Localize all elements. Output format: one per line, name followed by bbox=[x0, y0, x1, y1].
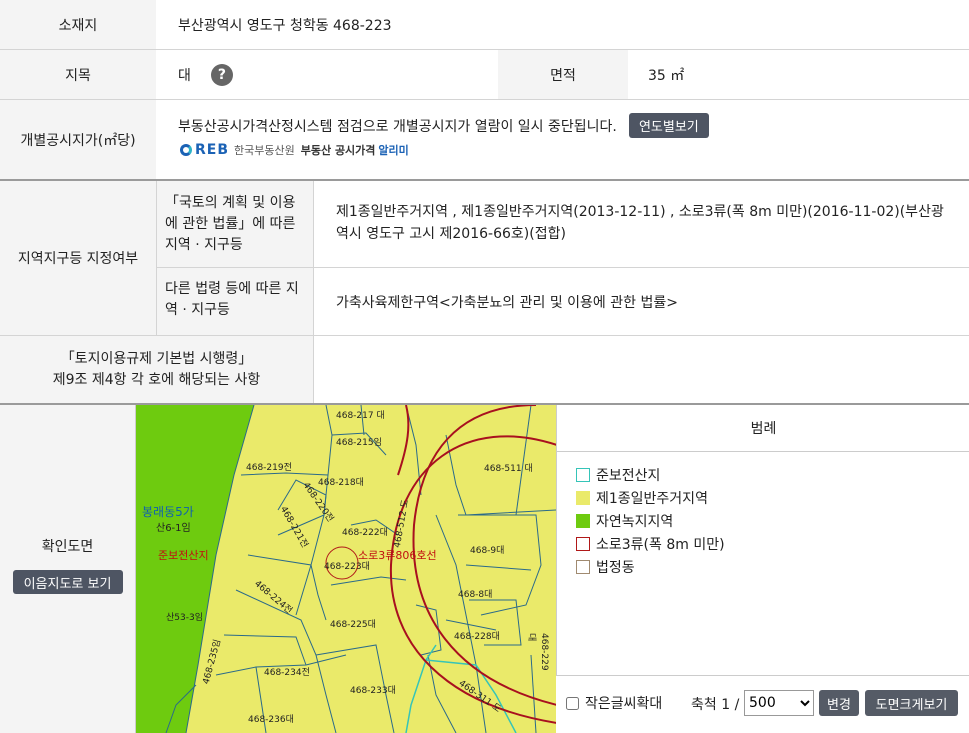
article-label-cell: 「토지이용규제 기본법 시행령」 제9조 제4항 각 호에 해당되는 사항 bbox=[0, 336, 313, 403]
legend-item-district: 법정동 bbox=[576, 557, 635, 577]
zoning-label: 지역지구등 지정여부 bbox=[17, 251, 139, 267]
large-map-view-button[interactable]: 도면크게보기 bbox=[865, 690, 958, 716]
legend-item-label: 준보전산지 bbox=[596, 468, 661, 484]
location-label: 소재지 bbox=[58, 17, 98, 34]
parcel-label: 468-217 대 bbox=[336, 411, 385, 421]
map-target-label: 468-223대 bbox=[324, 562, 370, 572]
land-category-label-cell: 지목 bbox=[0, 50, 156, 99]
legend-swatch-icon bbox=[576, 537, 590, 551]
legend-item-green: 자연녹지지역 bbox=[576, 511, 673, 531]
reb-logo-org: 한국부동산원 bbox=[234, 144, 295, 157]
price-notice: 부동산공시가격산정시스템 점검으로 개별공시지가 열람이 일시 중단됩니다. bbox=[178, 118, 617, 135]
map-area-name: 봉래동5가 bbox=[142, 505, 194, 519]
legend-header: 범례 bbox=[557, 405, 969, 452]
legend-swatch-icon bbox=[576, 491, 590, 505]
zoning-law-label-cell: 「국토의 계획 및 이용에 관한 법률」에 따른 지역 · 지구등 bbox=[157, 181, 313, 267]
parcel-label: 468-222대 bbox=[342, 528, 388, 538]
parcel-label: 468-236대 bbox=[248, 715, 294, 725]
legend-item-road: 소로3류(폭 8m 미만) bbox=[576, 534, 725, 554]
enlarge-text-option[interactable]: 작은글씨확대 bbox=[566, 693, 662, 713]
parcel-map[interactable]: 봉래동5가 산6-1임 준보전산지 소로3류806호선 468-223대 468… bbox=[135, 405, 556, 733]
help-icon[interactable]: ? bbox=[210, 63, 233, 86]
reb-logo-accent: 알리미 bbox=[378, 144, 409, 157]
zoning-label-cell: 지역지구등 지정여부 bbox=[0, 181, 156, 335]
zoning-other-label-cell: 다른 법령 등에 따른 지역 · 지구등 bbox=[157, 268, 313, 335]
parcel-label: 468-233대 bbox=[350, 686, 396, 696]
parcel-label: 468-9대 bbox=[470, 546, 505, 556]
scale-select[interactable]: 500 1000 1200 2400 3000 bbox=[744, 690, 814, 716]
parcel-label: 468-512 도 bbox=[392, 498, 412, 549]
scale-label: 축척 1 / bbox=[691, 697, 740, 713]
map-conservation-label: 준보전산지 bbox=[158, 549, 209, 562]
zoning-law-label: 「국토의 계획 및 이용에 관한 법률」에 따른 지역 · 지구등 bbox=[165, 195, 296, 253]
article-value-cell bbox=[314, 336, 969, 403]
parcel-label: 468-221전 bbox=[277, 504, 310, 550]
zoning-law-value-cell: 제1종일반주거지역 , 제1종일반주거지역(2013-12-11) , 소로3류… bbox=[314, 181, 969, 267]
zoning-law-value: 제1종일반주거지역 , 제1종일반주거지역(2013-12-11) , 소로3류… bbox=[336, 204, 944, 242]
parcel-label: 468-234전 bbox=[264, 668, 310, 678]
parcel-label: 산53-3임 bbox=[166, 613, 203, 623]
zoning-other-value-cell: 가축사육제한구역<가축분뇨의 관리 및 이용에 관한 법률> bbox=[314, 268, 969, 335]
map-sub-label: 산6-1임 bbox=[156, 523, 191, 534]
area-value-cell: 35 ㎡ bbox=[628, 50, 969, 99]
parcel-label: 468-8대 bbox=[458, 590, 493, 600]
price-label: 개별공시지가(㎡당) bbox=[20, 132, 136, 149]
enlarge-text-label: 작은글씨확대 bbox=[585, 696, 663, 712]
reb-logo-icon bbox=[180, 144, 192, 156]
parcel-label: 468-235임 bbox=[201, 638, 224, 686]
area-value: 35 ㎡ bbox=[648, 67, 685, 84]
parcel-label: 468-228대 bbox=[454, 632, 500, 642]
parcel-label: 468-225대 bbox=[330, 620, 376, 630]
reb-logo[interactable]: REB 한국부동산원 부동산 공시가격 알리미 bbox=[180, 142, 409, 158]
price-label-cell: 개별공시지가(㎡당) bbox=[0, 100, 156, 179]
legend-swatch-icon bbox=[576, 514, 590, 528]
price-value-cell: 부동산공시가격산정시스템 점검으로 개별공시지가 열람이 일시 중단됩니다. 연… bbox=[156, 100, 969, 179]
parcel-label: 468-311 도 bbox=[456, 678, 503, 715]
article-label-line1: 「토지이용규제 기본법 시행령」 bbox=[60, 350, 253, 367]
confirm-map-label: 확인도면 bbox=[41, 539, 94, 555]
legend-item-label: 자연녹지지역 bbox=[596, 514, 674, 530]
parcel-label: 468-218대 bbox=[318, 478, 364, 488]
legend-item-residential: 제1종일반주거지역 bbox=[576, 488, 708, 508]
location-value: 부산광역시 영도구 청학동 468-223 bbox=[178, 17, 392, 34]
land-category-value-cell: 대 ? bbox=[156, 50, 498, 99]
yearly-view-button[interactable]: 연도별보기 bbox=[628, 113, 709, 138]
parcel-label: 468-511 대 bbox=[484, 464, 533, 474]
legend-item-label: 법정동 bbox=[596, 560, 635, 576]
legend-item-conservation: 준보전산지 bbox=[576, 465, 660, 485]
zoning-other-label: 다른 법령 등에 따른 지역 · 지구등 bbox=[165, 281, 299, 318]
reb-logo-text: REB bbox=[195, 142, 230, 158]
view-in-map-button[interactable]: 이음지도로 보기 bbox=[12, 570, 123, 594]
article-label-line2: 제9조 제4항 각 호에 해당되는 사항 bbox=[52, 371, 261, 388]
zoning-other-value: 가축사육제한구역<가축분뇨의 관리 및 이용에 관한 법률> bbox=[336, 294, 678, 311]
enlarge-text-checkbox[interactable] bbox=[566, 696, 579, 710]
land-category-label: 지목 bbox=[65, 67, 91, 84]
parcel-label: 468-224전 bbox=[252, 579, 294, 617]
area-label-cell: 면적 bbox=[498, 50, 628, 99]
parcel-label: 468-215임 bbox=[336, 438, 382, 448]
location-label-cell: 소재지 bbox=[0, 0, 156, 49]
legend-item-label: 소로3류(폭 8m 미만) bbox=[596, 537, 725, 553]
legend-swatch-icon bbox=[576, 560, 590, 574]
legend-swatch-icon bbox=[576, 468, 590, 482]
location-value-cell: 부산광역시 영도구 청학동 468-223 bbox=[156, 0, 969, 49]
parcel-label: 468-229대 bbox=[526, 633, 549, 671]
confirm-map-label-cell: 확인도면 이음지도로 보기 bbox=[0, 405, 135, 733]
legend-item-label: 제1종일반주거지역 bbox=[596, 491, 708, 507]
area-label: 면적 bbox=[550, 67, 576, 84]
legend-title: 범례 bbox=[750, 421, 777, 437]
reb-logo-service: 부동산 공시가격 bbox=[300, 144, 376, 157]
apply-scale-button[interactable]: 변경 bbox=[819, 690, 859, 716]
land-category-value: 대 bbox=[178, 67, 191, 84]
parcel-label: 468-219전 bbox=[246, 463, 292, 473]
